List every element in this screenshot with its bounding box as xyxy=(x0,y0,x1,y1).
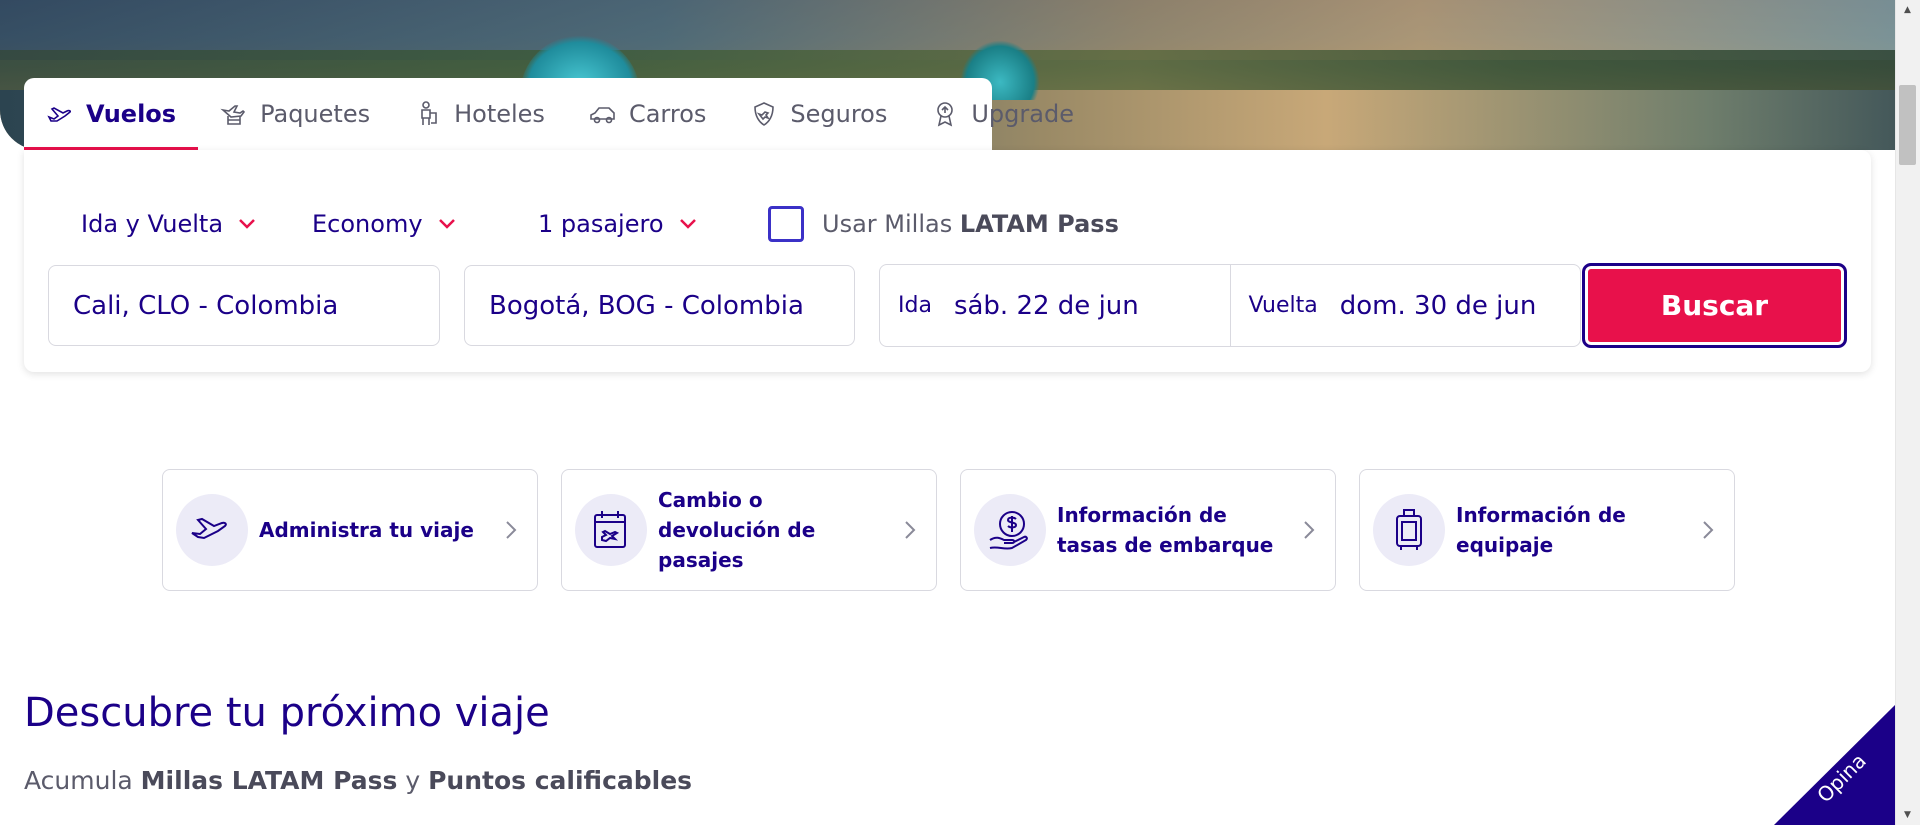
dates-picker: Ida sáb. 22 de jun Vuelta dom. 30 de jun xyxy=(879,264,1581,347)
chevron-down-icon xyxy=(239,219,255,229)
upgrade-pin-icon xyxy=(937,102,954,127)
bellboy-icon xyxy=(421,101,437,125)
discover-subtitle: Acumula Millas LATAM Pass y Puntos calif… xyxy=(24,766,693,795)
quick-link-boarding-fees[interactable]: Información de tasas de embarque xyxy=(960,469,1336,591)
tab-paquetes[interactable]: Paquetes xyxy=(198,78,392,150)
destination-value: Bogotá, BOG - Colombia xyxy=(489,290,804,321)
scroll-up-arrow-icon[interactable]: ▲ xyxy=(1895,0,1920,20)
tab-seguros[interactable]: Seguros xyxy=(728,78,909,150)
cabin-dropdown[interactable]: Economy xyxy=(312,204,457,244)
plane-hotel-icon xyxy=(220,105,246,125)
return-date-field[interactable]: Vuelta dom. 30 de jun xyxy=(1229,265,1581,346)
use-miles-toggle[interactable]: Usar Millas LATAM Pass xyxy=(768,204,1119,244)
search-options: Ida y Vuelta Economy 1 pasajero Usar Mil… xyxy=(24,204,1871,244)
tab-label: Carros xyxy=(628,100,707,128)
depart-label: Ida xyxy=(898,293,932,318)
chevron-right-icon xyxy=(506,521,517,539)
quick-link-label: Administra tu viaje xyxy=(259,518,474,542)
chevron-right-icon xyxy=(1703,521,1714,539)
tab-hoteles[interactable]: Hoteles xyxy=(392,78,567,150)
cabin-value: Economy xyxy=(312,210,423,238)
plane-icon xyxy=(191,517,227,540)
quick-link-baggage[interactable]: Información de equipaje xyxy=(1359,469,1735,591)
tab-label: Hoteles xyxy=(454,100,545,128)
tab-carros[interactable]: Carros xyxy=(567,78,728,150)
passengers-dropdown[interactable]: 1 pasajero xyxy=(538,204,698,244)
tab-label: Vuelos xyxy=(86,100,177,128)
product-tabs: Vuelos Paquetes Hoteles Carros Seguros U… xyxy=(24,78,1074,150)
scrollbar[interactable]: ▲ ▼ xyxy=(1895,0,1920,825)
tab-label: Seguros xyxy=(790,100,888,128)
trip-type-dropdown[interactable]: Ida y Vuelta xyxy=(81,204,257,244)
quick-link-label: Información de equipaje xyxy=(1456,503,1626,557)
search-button[interactable]: Buscar xyxy=(1582,263,1847,348)
chevron-down-icon xyxy=(438,219,455,229)
quick-link-label: Cambio o devolución de pasajes xyxy=(658,488,816,572)
tab-vuelos[interactable]: Vuelos xyxy=(24,78,199,150)
trip-type-value: Ida y Vuelta xyxy=(81,210,224,238)
discover-title: Descubre tu próximo viaje xyxy=(24,690,550,736)
tab-label: Upgrade xyxy=(971,100,1074,128)
scroll-down-arrow-icon[interactable]: ▼ xyxy=(1895,805,1920,825)
scrollbar-thumb[interactable] xyxy=(1899,85,1916,165)
car-icon xyxy=(590,107,615,124)
quick-link-manage-trip[interactable]: Administra tu viaje xyxy=(162,469,538,591)
depart-date-field[interactable]: Ida sáb. 22 de jun xyxy=(880,265,1230,346)
chevron-down-icon xyxy=(679,219,696,229)
calendar-plane-icon xyxy=(594,511,626,548)
page: Vuelos Paquetes Hoteles Carros Seguros U… xyxy=(0,0,1920,825)
quick-link-label: Información de tasas de embarque xyxy=(1057,503,1274,557)
origin-field[interactable]: Cali, CLO - Colombia xyxy=(48,265,440,346)
depart-value: sáb. 22 de jun xyxy=(953,290,1139,321)
tab-upgrade[interactable]: Upgrade xyxy=(909,78,1096,150)
feedback-corner[interactable] xyxy=(1774,705,1895,825)
tab-label: Paquetes xyxy=(260,100,371,128)
quick-link-change-refund[interactable]: Cambio o devolución de pasajes xyxy=(561,469,937,591)
shield-plane-icon xyxy=(754,102,775,126)
return-label: Vuelta xyxy=(1248,293,1318,318)
return-value: dom. 30 de jun xyxy=(1339,290,1537,321)
search-panel: Ida y Vuelta Economy 1 pasajero Usar Mil… xyxy=(24,150,1871,372)
chevron-right-icon xyxy=(1304,521,1315,539)
coin-hand-icon xyxy=(989,511,1028,550)
passengers-value: 1 pasajero xyxy=(538,210,664,238)
suitcase-icon xyxy=(1396,509,1422,550)
use-miles-checkbox[interactable] xyxy=(768,206,804,242)
use-miles-label: Usar Millas LATAM Pass xyxy=(822,210,1119,238)
origin-value: Cali, CLO - Colombia xyxy=(73,290,339,321)
destination-field[interactable]: Bogotá, BOG - Colombia xyxy=(464,265,855,346)
chevron-right-icon xyxy=(905,521,916,539)
plane-icon xyxy=(47,107,72,122)
